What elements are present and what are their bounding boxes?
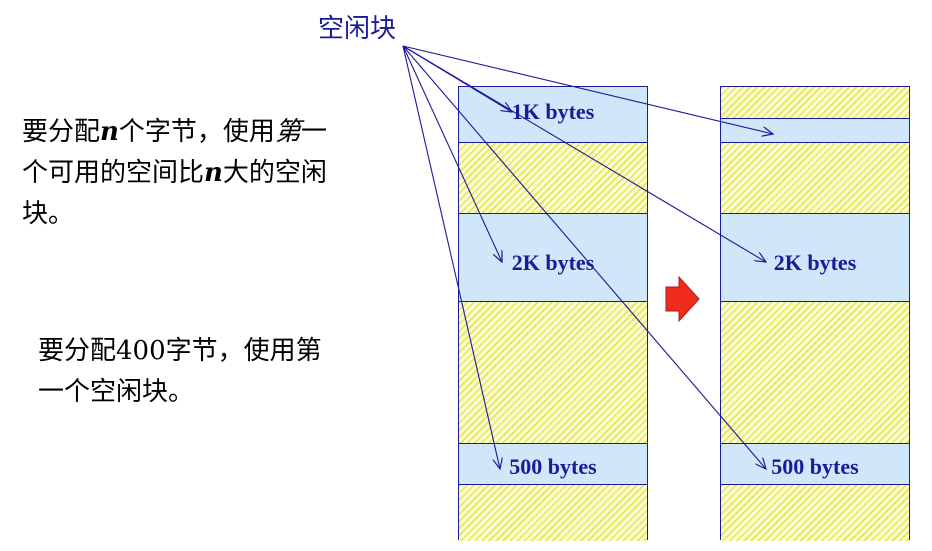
arrow-to-right-500 [402, 45, 766, 469]
arrow-to-right-2k [402, 45, 766, 262]
arrow-to-left-2k [402, 45, 502, 262]
pointer-arrows [402, 45, 932, 551]
transition-arrow-icon [665, 275, 700, 323]
arrow-to-right-remainder [402, 45, 773, 134]
arrow-to-left-500 [402, 45, 500, 469]
